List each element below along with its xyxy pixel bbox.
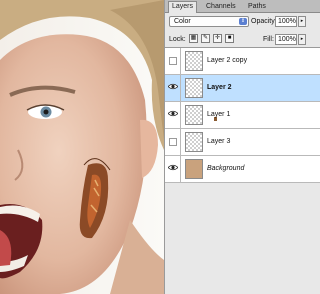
blend-mode-value: Color	[174, 18, 191, 25]
layers-panel: Layers Channels Paths Color ⇕ Opacity: 1…	[164, 0, 320, 294]
layers-empty-area	[165, 183, 320, 294]
layer-thumbnail	[185, 132, 203, 152]
layer-row[interactable]: Layer 1	[165, 102, 320, 129]
lock-row: Lock: ▦ ✎ ✛ ■ Fill: 100% ▸	[165, 31, 320, 48]
lock-icon[interactable]: ■	[225, 34, 234, 43]
layer-row[interactable]: Layer 2 copy	[165, 48, 320, 75]
layer-thumbnail	[185, 78, 203, 98]
eye-icon	[168, 110, 178, 117]
layer-name[interactable]: Background	[207, 165, 244, 172]
hidden-box	[169, 138, 177, 146]
fill-field[interactable]: 100%	[275, 34, 297, 45]
blend-row: Color ⇕ Opacity: 100% ▸	[165, 14, 320, 30]
visibility-toggle[interactable]	[165, 48, 181, 74]
move-icon[interactable]: ✛	[213, 34, 222, 43]
lock-transparent-icon[interactable]: ▦	[189, 34, 198, 43]
dropdown-arrows-icon: ⇕	[239, 18, 247, 25]
lock-label: Lock:	[169, 36, 186, 43]
eye-icon	[168, 164, 178, 171]
visibility-toggle[interactable]	[165, 156, 181, 182]
tab-layers[interactable]: Layers	[168, 1, 198, 13]
brush-icon[interactable]: ✎	[201, 34, 210, 43]
layer-row[interactable]: Background	[165, 156, 320, 183]
portrait-image	[0, 0, 164, 294]
blend-mode-select[interactable]: Color ⇕	[169, 16, 249, 27]
visibility-toggle[interactable]	[165, 129, 181, 155]
eye-icon	[168, 83, 178, 90]
opacity-label: Opacity:	[251, 18, 277, 25]
layer-name[interactable]: Layer 1	[207, 111, 230, 118]
panel-tabs: Layers Channels Paths	[165, 0, 320, 13]
layer-thumbnail	[185, 159, 203, 179]
hidden-box	[169, 57, 177, 65]
layer-name[interactable]: Layer 2	[207, 84, 232, 91]
fill-label: Fill:	[263, 36, 274, 43]
layer-row[interactable]: Layer 2	[165, 75, 320, 102]
layer-name[interactable]: Layer 2 copy	[207, 57, 247, 64]
fill-slider-button[interactable]: ▸	[298, 34, 306, 45]
photo-canvas[interactable]	[0, 0, 164, 294]
layer-row[interactable]: Layer 3	[165, 129, 320, 156]
visibility-toggle[interactable]	[165, 102, 181, 128]
layer-thumbnail	[185, 105, 217, 125]
layers-list: Layer 2 copy Layer 2 Layer 1 Layer 3 Bac…	[165, 48, 320, 183]
opacity-slider-button[interactable]: ▸	[298, 16, 306, 27]
tab-paths[interactable]: Paths	[245, 2, 269, 12]
tab-channels[interactable]: Channels	[203, 2, 239, 12]
layer-name[interactable]: Layer 3	[207, 138, 230, 145]
layer-thumbnail	[185, 51, 203, 71]
visibility-toggle[interactable]	[165, 75, 181, 101]
opacity-field[interactable]: 100%	[275, 16, 297, 27]
